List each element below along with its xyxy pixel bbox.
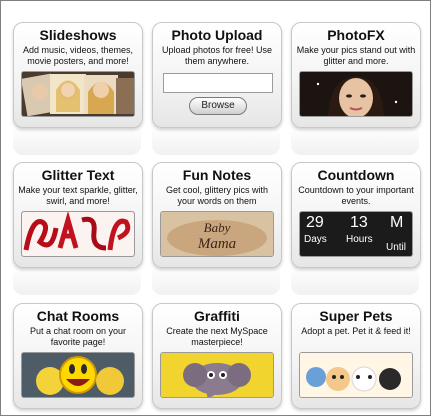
card-chat-rooms[interactable]: Chat Rooms Put a chat room on your favor…: [13, 303, 143, 409]
upload-file-field[interactable]: [163, 73, 273, 93]
countdown-hours: 13: [350, 214, 368, 231]
card-photofx[interactable]: PhotoFX Make your pics stand out with gl…: [291, 22, 421, 128]
card-countdown[interactable]: Countdown Countdown to your important ev…: [291, 162, 421, 268]
slideshow-photos-icon[interactable]: [21, 71, 135, 117]
card-description: Add music, videos, themes, movie posters…: [22, 45, 134, 66]
card-title: Fun Notes: [182, 167, 252, 183]
card-description: Adopt a pet. Pet it & feed it!: [301, 326, 411, 336]
card-title: Slideshows: [39, 27, 117, 43]
cartoon-pets-icon[interactable]: [299, 352, 413, 398]
card-title: Chat Rooms: [36, 308, 120, 324]
browse-button[interactable]: Browse: [189, 97, 247, 115]
card-description: Make your pics stand out with glitter an…: [296, 45, 416, 66]
countdown-minutes-label: M: [390, 214, 404, 231]
countdown-days-label: Days: [304, 234, 327, 245]
countdown-clock-icon[interactable]: 29 Days 13 Hours M Until: [299, 211, 413, 257]
fun-note-icon[interactable]: Baby Mama: [160, 211, 274, 257]
card-description: Get cool, glittery pics with your words …: [165, 185, 269, 206]
card-title: Graffiti: [194, 308, 240, 324]
card-title: Countdown: [317, 167, 395, 183]
card-description: Create the next MySpace masterpiece!: [166, 326, 268, 347]
card-slideshows[interactable]: Slideshows Add music, videos, themes, mo…: [13, 22, 143, 128]
svg-text:Baby: Baby: [204, 220, 231, 235]
card-description: Put a chat room on your favorite page!: [29, 326, 127, 347]
card-photo-upload[interactable]: Photo Upload Upload photos for free! Use…: [152, 22, 282, 128]
elephant-graffiti-icon[interactable]: [160, 352, 274, 398]
svg-text:Mama: Mama: [197, 236, 236, 252]
card-title: PhotoFX: [327, 27, 385, 43]
card-description: Make your text sparkle, glitter, swirl, …: [18, 185, 138, 206]
card-description: Upload photos for free! Use them anywher…: [161, 45, 273, 66]
card-title: Photo Upload: [171, 27, 263, 43]
portrait-photo-icon[interactable]: [299, 71, 413, 117]
smiley-chat-icon[interactable]: [21, 352, 135, 398]
card-super-pets[interactable]: Super Pets Adopt a pet. Pet it & feed it…: [291, 303, 421, 409]
countdown-until-label: Until: [386, 242, 407, 253]
card-description: Countdown to your important events.: [298, 185, 414, 206]
countdown-hours-label: Hours: [346, 234, 373, 245]
countdown-days: 29: [306, 214, 324, 231]
card-graffiti[interactable]: Graffiti Create the next MySpace masterp…: [152, 303, 282, 409]
card-title: Glitter Text: [41, 167, 115, 183]
card-fun-notes[interactable]: Fun Notes Get cool, glittery pics with y…: [152, 162, 282, 268]
widget-gallery: Slideshows Add music, videos, themes, mo…: [0, 0, 431, 416]
glitter-text-icon[interactable]: [21, 211, 135, 257]
card-title: Super Pets: [319, 308, 393, 324]
card-glitter-text[interactable]: Glitter Text Make your text sparkle, gli…: [13, 162, 143, 268]
